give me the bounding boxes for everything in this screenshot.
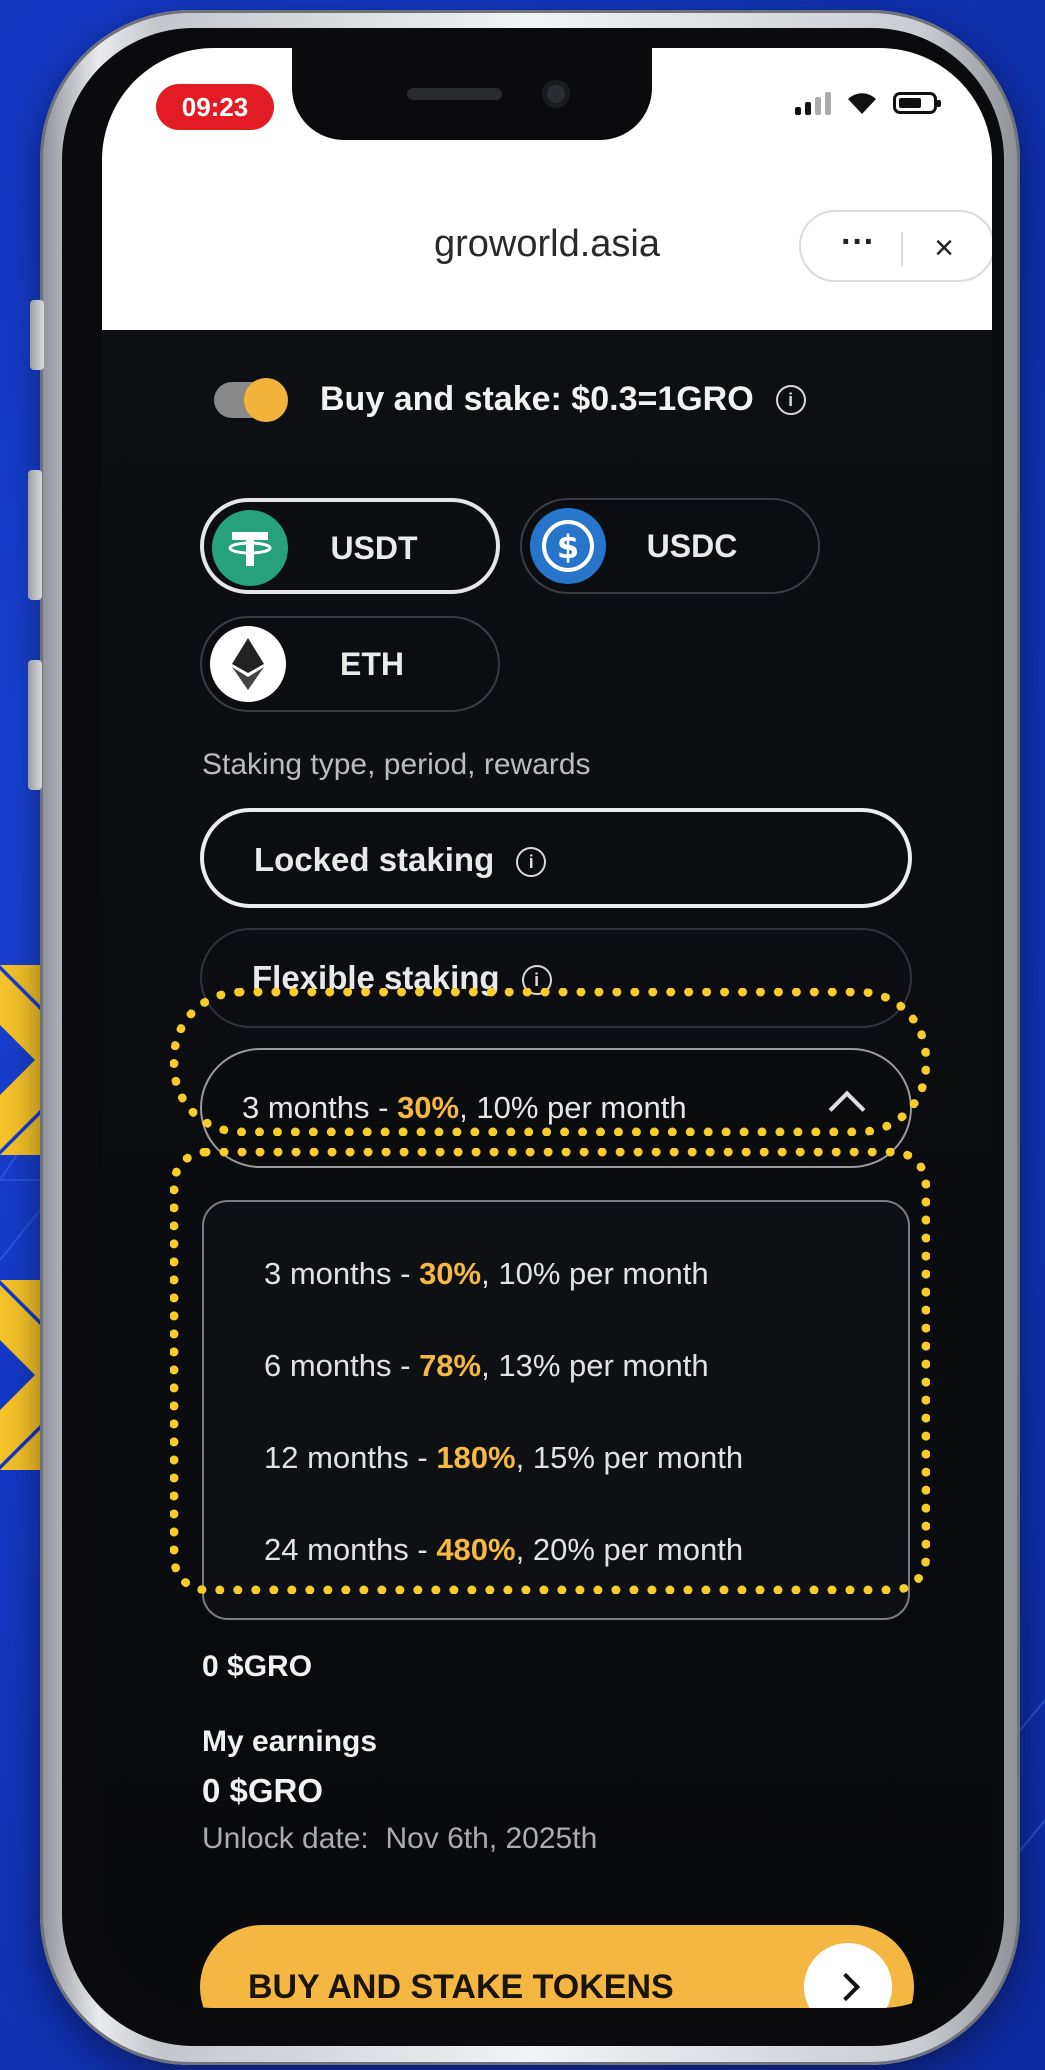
info-icon[interactable]: i — [775, 384, 806, 415]
token-usdt-button[interactable]: USDT — [200, 498, 500, 594]
earnings-title: My earnings — [202, 1725, 378, 1758]
buy-stake-toggle-row: Buy and stake: $0.3=1GRO i — [214, 377, 806, 422]
status-time: 09:23 — [156, 84, 274, 130]
balance-value: 0 $GRO — [202, 1650, 313, 1683]
phone-side-button — [30, 300, 44, 370]
token-label: USDT — [330, 530, 418, 566]
tether-icon — [212, 510, 288, 586]
capsule-divider — [901, 232, 903, 266]
highlight-selected-period — [170, 988, 930, 1136]
close-button[interactable]: × — [909, 220, 979, 276]
usdc-icon: $ — [530, 508, 606, 584]
svg-text:$: $ — [557, 528, 579, 566]
buy-stake-label: Buy and stake: $0.3=1GRO — [320, 380, 754, 418]
signal-icon — [795, 91, 831, 115]
token-usdc-button[interactable]: $ USDC — [520, 498, 820, 594]
cta-label: BUY AND STAKE TOKENS — [248, 1968, 674, 2006]
battery-icon — [893, 92, 941, 114]
toggle-knob — [244, 377, 288, 422]
front-camera — [542, 80, 570, 108]
token-eth-button[interactable]: ETH — [200, 616, 500, 712]
more-menu-button[interactable]: ··· — [823, 222, 893, 272]
token-label: ETH — [340, 646, 404, 682]
unlock-date: Unlock date: Nov 6th, 2025th — [202, 1822, 598, 1855]
staking-section-label: Staking type, period, rewards — [202, 748, 591, 781]
miniprogram-capsule: ··· × — [799, 210, 992, 282]
ethereum-icon — [210, 626, 286, 702]
phone-side-button — [28, 660, 42, 790]
notch — [292, 48, 652, 140]
buy-stake-toggle[interactable] — [214, 377, 288, 422]
chevron-right-icon — [804, 1943, 892, 2008]
highlight-period-options — [170, 1148, 930, 1594]
speaker-grille — [407, 88, 502, 100]
wifi-icon — [845, 90, 879, 116]
phone-side-button — [28, 470, 42, 600]
locked-staking-option[interactable]: Locked staking i — [200, 808, 912, 908]
earnings-value: 0 $GRO — [202, 1772, 324, 1809]
token-label: USDC — [646, 528, 738, 564]
info-icon[interactable]: i — [516, 847, 547, 878]
status-icons — [795, 90, 941, 116]
browser-header: groworld.asia ··· × — [102, 168, 992, 330]
option-label: Locked staking i — [254, 812, 547, 908]
buy-and-stake-button[interactable]: BUY AND STAKE TOKENS — [200, 1925, 914, 2008]
